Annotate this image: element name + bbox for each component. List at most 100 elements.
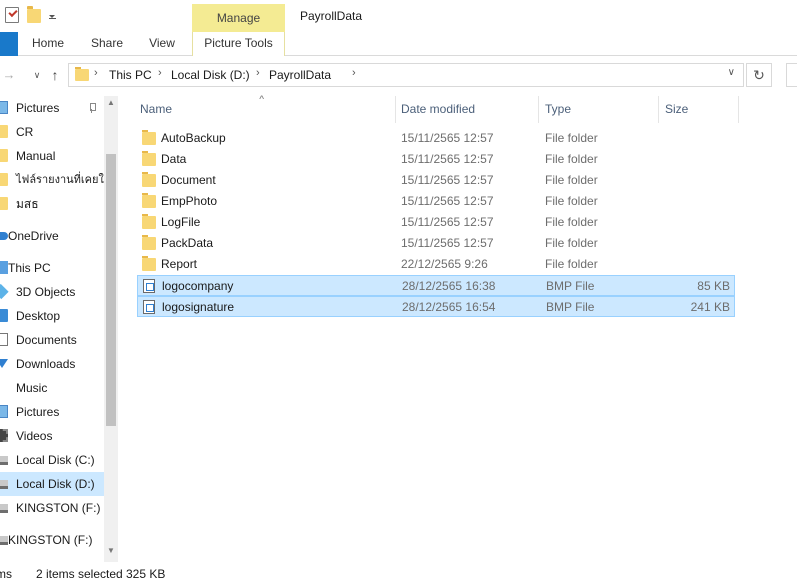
- file-row-packdata[interactable]: PackData 15/11/2565 12:57 File folder: [137, 233, 735, 254]
- file-name: AutoBackup: [161, 131, 226, 145]
- file-name: Document: [161, 173, 216, 187]
- scroll-up-arrow-icon[interactable]: ▲: [104, 98, 118, 110]
- tab-file[interactable]: [0, 32, 18, 56]
- navigation-bar: → ∨ ↑ › This PC › Local Disk (D:) › Payr…: [0, 56, 797, 94]
- folder-icon: [142, 256, 156, 271]
- nav-item-label: มสธ: [16, 197, 39, 211]
- file-row-logocompany[interactable]: logocompany 28/12/2565 16:38 BMP File 85…: [137, 275, 735, 296]
- bmp-file-icon: [143, 300, 155, 314]
- folder-icon: [0, 149, 8, 162]
- usb-drive-icon: [0, 536, 8, 545]
- breadcrumb-this-pc[interactable]: This PC: [109, 68, 152, 82]
- column-header-type[interactable]: Type: [539, 101, 659, 123]
- file-date: 15/11/2565 12:57: [401, 173, 494, 187]
- pictures-icon: [0, 405, 8, 418]
- properties-check-icon[interactable]: [5, 7, 19, 23]
- nav-item-label: 3D Objects: [16, 285, 76, 299]
- nav-item-music[interactable]: ♪ Music: [0, 376, 104, 400]
- folder-icon: [142, 151, 156, 166]
- search-input[interactable]: [786, 63, 797, 87]
- drive-icon: [0, 456, 8, 465]
- column-divider[interactable]: [738, 96, 739, 123]
- file-type: File folder: [545, 194, 598, 208]
- status-selected-count: 2 items selected: [36, 567, 123, 581]
- nav-item-pictures[interactable]: Pictures: [0, 400, 104, 424]
- folder-icon: [142, 130, 156, 145]
- file-name: EmpPhoto: [161, 194, 218, 208]
- nav-item-local-disk-c[interactable]: Local Disk (C:): [0, 448, 104, 472]
- breadcrumb-payrolldata[interactable]: PayrollData: [269, 68, 331, 82]
- file-row-autobackup[interactable]: AutoBackup 15/11/2565 12:57 File folder: [137, 128, 735, 149]
- nav-item-this-pc[interactable]: This PC: [0, 256, 104, 280]
- column-header-name[interactable]: Name: [134, 101, 394, 123]
- window-title: PayrollData: [300, 9, 363, 23]
- nav-item-kingston-f[interactable]: KINGSTON (F:): [0, 496, 104, 520]
- nav-item-downloads[interactable]: Downloads: [0, 352, 104, 376]
- column-header-date-modified[interactable]: Date modified: [395, 101, 538, 123]
- breadcrumb-chevron-icon[interactable]: ›: [158, 67, 162, 79]
- nav-item-3d-objects[interactable]: 3D Objects: [0, 280, 104, 304]
- nav-item-documents[interactable]: Documents: [0, 328, 104, 352]
- file-row-document[interactable]: Document 15/11/2565 12:57 File folder: [137, 170, 735, 191]
- status-item-count: ms: [0, 567, 12, 581]
- nav-item-label: OneDrive: [8, 229, 59, 243]
- ribbon-tab-bar: Home Share View Picture Tools: [0, 28, 797, 56]
- breadcrumb-chevron-icon[interactable]: ›: [352, 67, 356, 79]
- music-icon: ♪: [0, 380, 8, 394]
- nav-item-pictures-quick[interactable]: Pictures: [0, 96, 104, 120]
- nav-item-manual[interactable]: Manual: [0, 144, 104, 168]
- nav-item-local-disk-d[interactable]: Local Disk (D:): [0, 472, 104, 496]
- scrollbar-thumb[interactable]: [106, 154, 116, 426]
- nav-item-cr[interactable]: CR: [0, 120, 104, 144]
- nav-pane-scrollbar[interactable]: ▲ ▼: [104, 96, 118, 562]
- pictures-icon: [0, 101, 8, 114]
- folder-icon: [0, 125, 8, 138]
- nav-item-desktop[interactable]: Desktop: [0, 304, 104, 328]
- file-date: 28/12/2565 16:54: [402, 300, 496, 314]
- nav-item-thai-reports[interactable]: ไฟล์รายงานที่เคยใช้: [0, 168, 111, 192]
- nav-item-stou[interactable]: มสธ: [0, 192, 104, 216]
- breadcrumb-chevron-icon[interactable]: ›: [94, 67, 98, 79]
- recent-locations-chevron-icon[interactable]: ∨: [28, 66, 46, 84]
- nav-item-kingston-f-root[interactable]: KINGSTON (F:): [0, 528, 104, 552]
- back-arrow-icon[interactable]: →: [0, 66, 18, 84]
- customize-dropdown-icon[interactable]: [49, 12, 56, 19]
- file-row-logfile[interactable]: LogFile 15/11/2565 12:57 File folder: [137, 212, 735, 233]
- nav-item-label: Downloads: [16, 357, 76, 371]
- tab-view[interactable]: View: [142, 32, 182, 56]
- file-row-data[interactable]: Data 15/11/2565 12:57 File folder: [137, 149, 735, 170]
- breadcrumb-local-disk-d[interactable]: Local Disk (D:): [171, 68, 250, 82]
- onedrive-icon: [0, 232, 8, 240]
- bmp-file-icon: [143, 279, 155, 293]
- folder-icon: [142, 235, 156, 250]
- tab-share[interactable]: Share: [82, 32, 132, 56]
- file-row-report[interactable]: Report 22/12/2565 9:26 File folder: [137, 254, 735, 275]
- scroll-down-arrow-icon[interactable]: ▼: [104, 546, 118, 558]
- file-row-logosignature[interactable]: logosignature 28/12/2565 16:54 BMP File …: [137, 296, 735, 317]
- address-bar[interactable]: › This PC › Local Disk (D:) › PayrollDat…: [68, 63, 744, 87]
- nav-item-label: KINGSTON (F:): [8, 533, 93, 547]
- address-dropdown-icon[interactable]: ∨: [728, 67, 735, 78]
- this-pc-icon: [0, 261, 8, 274]
- refresh-icon[interactable]: ↻: [746, 63, 772, 87]
- pin-icon[interactable]: [88, 103, 96, 113]
- file-name: PackData: [161, 236, 214, 250]
- file-type: BMP File: [546, 279, 595, 293]
- tab-home[interactable]: Home: [24, 32, 72, 56]
- file-row-empphoto[interactable]: EmpPhoto 15/11/2565 12:57 File folder: [137, 191, 735, 212]
- file-date: 15/11/2565 12:57: [401, 152, 494, 166]
- up-arrow-icon[interactable]: ↑: [46, 66, 64, 84]
- desktop-icon: [0, 309, 8, 322]
- new-folder-icon[interactable]: [27, 6, 41, 23]
- folder-icon: [0, 197, 8, 210]
- nav-item-label: Pictures: [16, 405, 60, 419]
- documents-icon: [0, 333, 8, 346]
- nav-item-label: ไฟล์รายงานที่เคยใช้: [16, 174, 112, 186]
- tab-picture-tools[interactable]: Picture Tools: [192, 28, 285, 56]
- nav-item-onedrive[interactable]: OneDrive: [0, 224, 104, 248]
- nav-item-videos[interactable]: Videos: [0, 424, 104, 448]
- column-header-size[interactable]: Size: [659, 101, 739, 123]
- nav-item-label: Documents: [16, 333, 77, 347]
- status-selected-size: 325 KB: [126, 567, 166, 581]
- breadcrumb-chevron-icon[interactable]: ›: [256, 67, 260, 79]
